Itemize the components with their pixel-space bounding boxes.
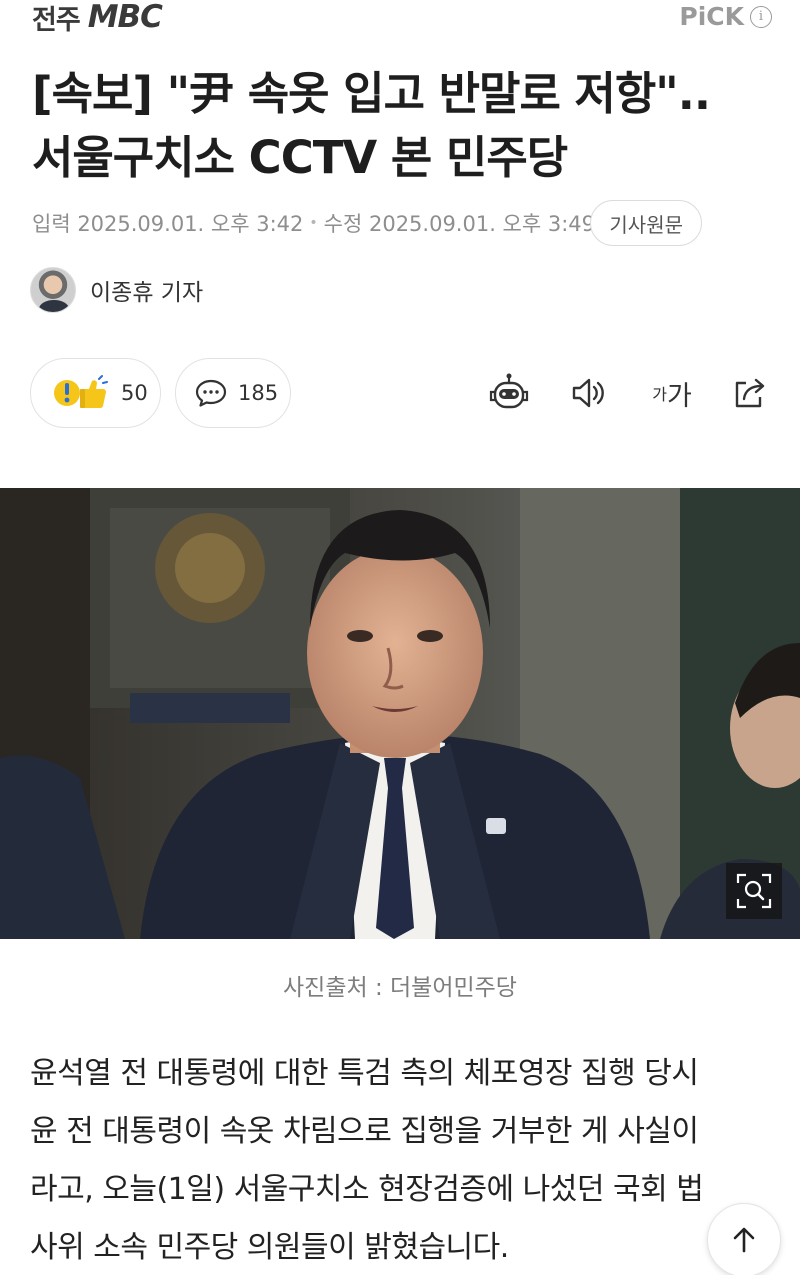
modified-date: 수정 2025.09.01. 오후 3:49 (323, 212, 596, 236)
pick-label: PiCK (679, 2, 744, 31)
meta-separator: • (309, 215, 318, 231)
photo-zoom-button[interactable] (726, 863, 782, 919)
comment-icon (195, 379, 227, 407)
reaction-button[interactable]: 50 (30, 358, 161, 428)
reaction-count: 50 (121, 381, 148, 405)
brand-mbc: MBC (87, 0, 163, 35)
text-to-speech-button[interactable] (565, 370, 611, 416)
font-size-small: 가 (652, 385, 667, 404)
comment-button[interactable]: 185 (175, 358, 291, 428)
scroll-to-top-button[interactable] (707, 1203, 781, 1275)
zoom-icon (736, 873, 772, 909)
body-line-4: 사위 소속 민주당 의원들이 밝혔습니다. (30, 1230, 509, 1265)
headline-line-1: [속보] "尹 속옷 입고 반말로 저항".. (32, 67, 711, 120)
brand-region: 전주 (32, 4, 81, 36)
press-logo[interactable]: 전주 MBC (32, 0, 163, 36)
published-date: 입력 2025.09.01. 오후 3:42 (32, 212, 304, 236)
reaction-icon (54, 375, 108, 409)
article-headline: [속보] "尹 속옷 입고 반말로 저항".. 서울구치소 CCTV 본 민주당 (32, 62, 772, 190)
photo-caption: 사진출처 : 더불어민주당 (283, 975, 517, 1001)
action-bar: 50 185 가가 (30, 358, 780, 428)
pick-badge[interactable]: PiCK i (679, 2, 772, 31)
author-row[interactable]: 이종휴 기자 (30, 267, 203, 313)
article-body: 윤석열 전 대통령에 대한 특검 측의 체포영장 집행 당시 윤 전 대통령이 … (30, 1045, 760, 1275)
press-conference-photo (0, 488, 800, 939)
share-icon (735, 378, 765, 408)
headline-line-2: 서울구치소 CCTV 본 민주당 (32, 131, 568, 184)
author-avatar (30, 267, 76, 313)
body-line-3: 라고, 오늘(1일) 서울구치소 현장검증에 나섰던 국회 법 (30, 1172, 704, 1207)
info-icon[interactable]: i (750, 5, 772, 28)
author-name: 이종휴 기자 (90, 280, 204, 306)
summary-bot-icon (489, 373, 529, 409)
share-button[interactable] (727, 370, 773, 416)
font-size-button[interactable]: 가가 (642, 370, 702, 416)
article-meta: 입력 2025.09.01. 오후 3:42 • 수정 2025.09.01. … (32, 200, 772, 246)
top-bar: 전주 MBC PiCK i (0, 0, 800, 36)
body-line-2: 윤 전 대통령이 속옷 차림으로 집행을 거부한 게 사실이 (30, 1114, 699, 1149)
body-line-1: 윤석열 전 대통령에 대한 특검 측의 체포영장 집행 당시 (30, 1056, 699, 1091)
summary-bot-button[interactable] (486, 370, 532, 416)
comment-count: 185 (238, 381, 279, 405)
original-article-button[interactable]: 기사원문 (590, 200, 702, 246)
arrow-up-icon (733, 1227, 755, 1253)
article-photo[interactable] (0, 488, 800, 939)
speaker-icon (572, 378, 604, 408)
font-size-large: 가 (666, 380, 692, 412)
